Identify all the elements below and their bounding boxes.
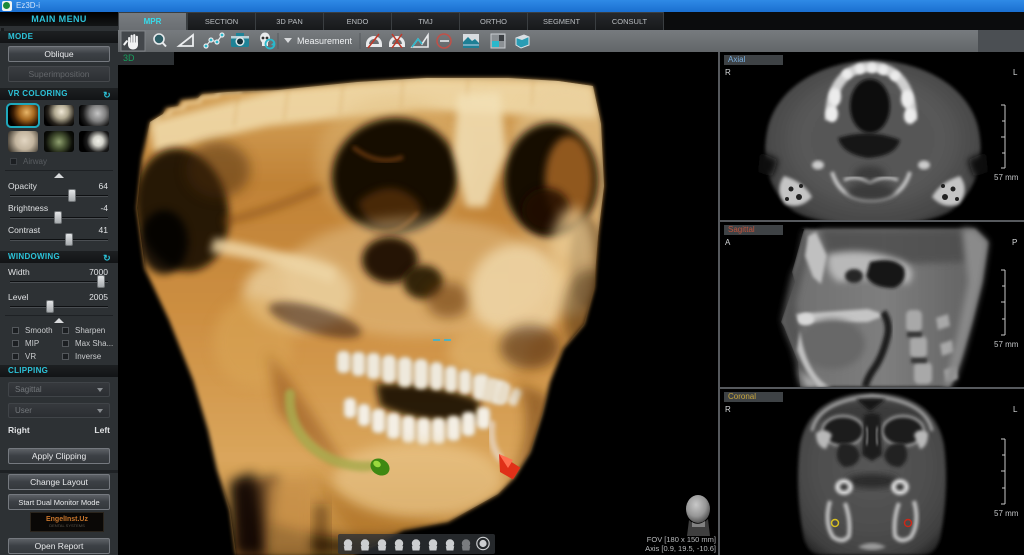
svg-text:Measurement: Measurement: [297, 36, 353, 46]
